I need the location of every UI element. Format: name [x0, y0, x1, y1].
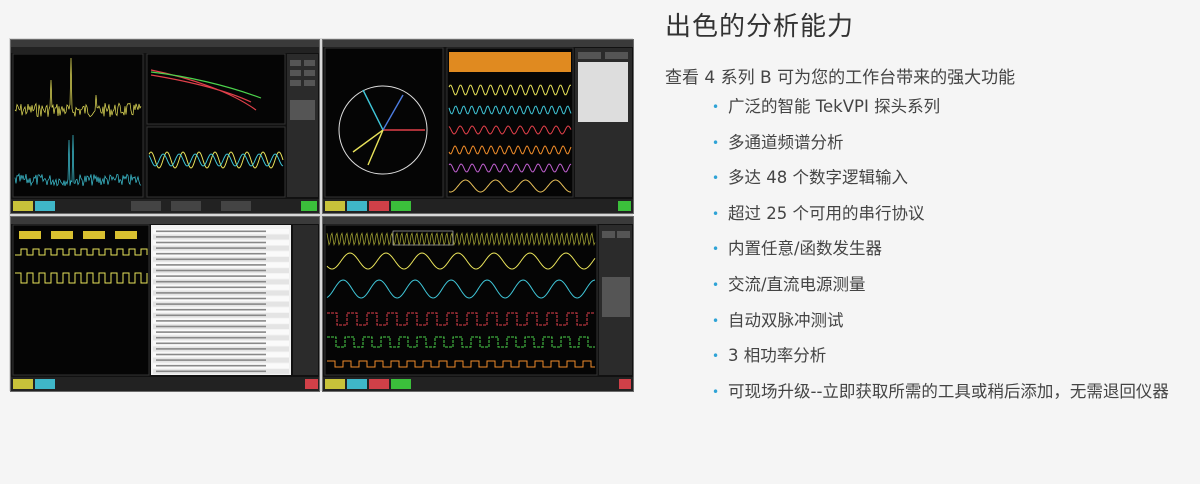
- multi-channel-waveform-screen: [322, 216, 634, 392]
- feature-item: • 3 相功率分析: [712, 344, 1169, 380]
- intro-text: 查看 4 系列 B 可为您的工作台带来的强大功能: [665, 68, 1016, 88]
- bullet-dot-icon: •: [712, 171, 720, 186]
- feature-text: 3 相功率分析: [728, 346, 827, 366]
- feature-item: • 广泛的智能 TekVPI 探头系列: [712, 95, 1169, 131]
- feature-text: 多通道频谱分析: [728, 132, 844, 152]
- spectrum-analysis-screen: [10, 39, 320, 214]
- feature-item: • 可现场升级--立即获取所需的工具或稍后添加，无需退回仪器: [712, 380, 1169, 416]
- section-heading: 出色的分析能力: [665, 12, 855, 42]
- bullet-dot-icon: •: [712, 242, 720, 257]
- serial-screen-graphic: [11, 217, 319, 391]
- feature-item: • 超过 25 个可用的串行协议: [712, 202, 1169, 238]
- feature-text: 超过 25 个可用的串行协议: [728, 203, 925, 223]
- bullet-dot-icon: •: [712, 349, 720, 364]
- feature-text: 内置任意/函数发生器: [728, 239, 883, 259]
- oscilloscope-screenshot-collage: [9, 38, 634, 392]
- feature-text: 多达 48 个数字逻辑输入: [728, 168, 908, 188]
- serial-decode-screen: [10, 216, 320, 392]
- feature-text: 可现场升级--立即获取所需的工具或稍后添加，无需退回仪器: [728, 381, 1169, 401]
- bullet-dot-icon: •: [712, 313, 720, 328]
- feature-item: • 自动双脉冲测试: [712, 309, 1169, 345]
- bullet-dot-icon: •: [712, 206, 720, 221]
- feature-list: • 广泛的智能 TekVPI 探头系列 • 多通道频谱分析 • 多达 48 个数字逻辑…: [712, 95, 1169, 415]
- feature-item: • 多达 48 个数字逻辑输入: [712, 166, 1169, 202]
- feature-item: • 多通道频谱分析: [712, 131, 1169, 167]
- feature-text: 交流/直流电源测量: [728, 274, 866, 294]
- bullet-dot-icon: •: [712, 277, 720, 292]
- feature-item: • 交流/直流电源测量: [712, 273, 1169, 309]
- spectrum-screen-graphic: [11, 40, 319, 213]
- multichannel-screen-graphic: [323, 217, 633, 391]
- bullet-dot-icon: •: [712, 100, 720, 114]
- three-phase-power-screen: [322, 39, 634, 214]
- feature-text: 广泛的智能 TekVPI 探头系列: [728, 97, 941, 116]
- feature-text: 自动双脉冲测试: [728, 310, 844, 330]
- power-screen-graphic: [323, 40, 633, 213]
- bullet-dot-icon: •: [712, 135, 720, 150]
- bullet-dot-icon: •: [712, 384, 720, 399]
- feature-item: • 内置任意/函数发生器: [712, 237, 1169, 273]
